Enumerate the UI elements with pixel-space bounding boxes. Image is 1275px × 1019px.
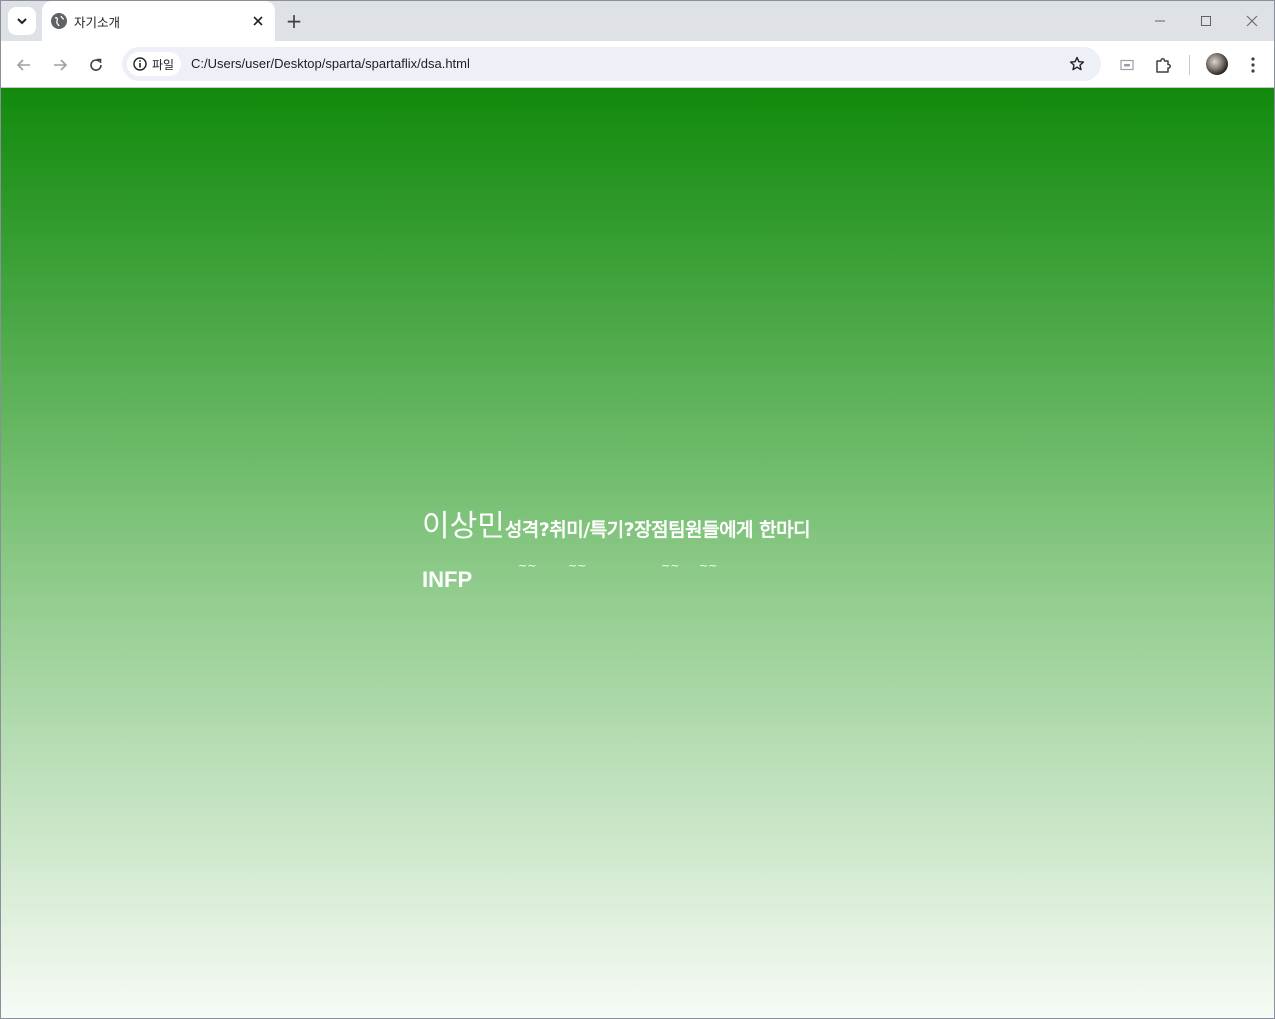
maximize-icon <box>1201 16 1211 26</box>
address-bar[interactable]: 파일 C:/Users/user/Desktop/sparta/spartafl… <box>122 47 1101 81</box>
kebab-menu-icon <box>1251 57 1255 73</box>
browser-window: 자기소개 + 파일 C:/Users/user/Desktop/sparta/s… <box>0 0 1275 1019</box>
site-info-chip[interactable]: 파일 <box>127 52 181 76</box>
info-icon <box>133 57 147 71</box>
reload-button[interactable] <box>82 51 110 79</box>
toolbar-separator <box>1189 55 1190 75</box>
new-tab-button[interactable]: + <box>282 9 306 33</box>
cast-button[interactable] <box>1114 52 1140 78</box>
hobby-answer: ~~ <box>518 559 537 572</box>
intro-section: 이상민성격?취미/특기?장점팀원들에게 한마디 INFP ~~ ~~ ~~ ~~ <box>422 501 811 599</box>
topic-headings: 성격?취미/특기?장점팀원들에게 한마디 <box>504 519 811 541</box>
browser-toolbar: 파일 C:/Users/user/Desktop/sparta/spartafl… <box>1 41 1274 88</box>
tab-search-button[interactable] <box>8 7 36 35</box>
message-answer-1: ~~ <box>661 559 680 572</box>
personality-value: INFP <box>422 567 473 592</box>
url-text[interactable]: C:/Users/user/Desktop/sparta/spartaflix/… <box>191 56 470 71</box>
arrow-right-icon <box>54 59 68 71</box>
close-icon <box>253 16 263 26</box>
intro-answers-row: INFP ~~ ~~ ~~ ~~ <box>422 559 810 599</box>
reload-icon <box>90 58 102 71</box>
arrow-left-icon <box>16 59 30 71</box>
maximize-button[interactable] <box>1191 7 1221 35</box>
tab-title: 자기소개 <box>74 15 121 30</box>
strength-answer: ~~ <box>568 559 587 572</box>
tab-strip: 자기소개 + <box>1 1 1274 41</box>
extensions-button[interactable] <box>1150 52 1176 78</box>
cast-icon <box>1120 59 1134 71</box>
close-icon <box>1246 15 1258 27</box>
minimize-icon <box>1155 20 1165 22</box>
star-icon <box>1069 56 1085 71</box>
page-content: 이상민성격?취미/특기?장점팀원들에게 한마디 INFP ~~ ~~ ~~ ~~ <box>1 88 1274 1018</box>
active-tab[interactable]: 자기소개 <box>42 1 275 41</box>
intro-heading-row: 이상민성격?취미/특기?장점팀원들에게 한마디 <box>422 501 811 545</box>
globe-icon <box>51 13 67 29</box>
menu-button[interactable] <box>1240 52 1266 78</box>
tab-close-button[interactable] <box>248 11 268 31</box>
chevron-down-icon <box>17 18 27 25</box>
puzzle-icon <box>1156 58 1171 73</box>
forward-button[interactable] <box>46 51 74 79</box>
profile-avatar[interactable] <box>1206 53 1228 75</box>
window-close-button[interactable] <box>1237 7 1267 35</box>
bookmark-button[interactable] <box>1066 53 1088 75</box>
person-name: 이상민 <box>422 509 505 544</box>
minimize-button[interactable] <box>1145 7 1175 35</box>
chip-label: 파일 <box>152 57 175 72</box>
back-button[interactable] <box>10 51 38 79</box>
message-answer-2: ~~ <box>699 559 718 572</box>
